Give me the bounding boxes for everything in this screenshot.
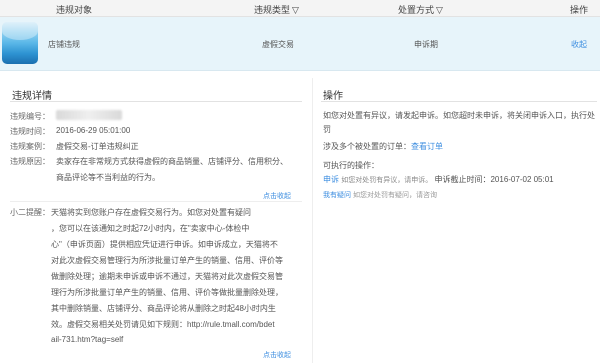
question-row: 我有疑问 如您对处罚有疑问，请咨询 — [323, 190, 437, 200]
violation-reason-line-1: 卖家存在非常规方式获得虚假的商品销量、店铺评分、信用积分、 — [56, 157, 288, 166]
collapse-tip-link[interactable]: 点击收起 — [263, 350, 291, 360]
violation-id-value — [56, 110, 122, 120]
col-method-header[interactable]: 处置方式 ▽ — [398, 3, 443, 16]
col-type-header[interactable]: 违规类型 ▽ — [254, 3, 299, 16]
ops-intro-line-2: 罚 — [323, 125, 331, 134]
tip-line: 做删除处理；逾期未申诉或申诉不通过，天猫将对此次虚假交易管 — [51, 272, 283, 281]
violation-case-label: 违规案例： — [10, 142, 50, 151]
appeal-deadline: 申诉截止时间：2016-07-02 05:01 — [434, 175, 554, 184]
question-desc: 如您对处罚有疑问，请咨询 — [352, 192, 437, 199]
col-type-label: 违规类型 — [254, 5, 291, 15]
ops-divider — [321, 101, 597, 102]
collapse-reason-link[interactable]: 点击收起 — [263, 191, 291, 201]
tip-line: 理行为所涉批量订单产生的销量、信用、评价等做批量删除处理， — [51, 288, 283, 297]
appeal-desc: 如您对处罚有异议，请申诉。 — [341, 177, 433, 184]
violation-reason-label: 违规原因： — [10, 157, 50, 166]
violation-id-label: 违规编号： — [10, 112, 50, 121]
details-divider — [10, 101, 302, 102]
appeal-row: 申诉 如您对处罚有异议，请申诉。 申诉截止时间：2016-07-02 05:01 — [323, 174, 554, 185]
exec-label: 可执行的操作： — [323, 161, 379, 170]
col-action-header: 操作 — [570, 5, 589, 15]
tip-line: 对此次虚假交易管理行为所涉批量订单产生的销量、信用、评价等 — [51, 256, 283, 265]
tip-line: 天猫将实到您账户存在虚假交易行为。如您对处置有疑问 — [51, 208, 251, 217]
tip-line: 效。虚假交易相关处罚请见如下规则：http://rule.tmall.com/b… — [51, 320, 275, 329]
details-title: 违规详情 — [12, 91, 52, 102]
col-method-label: 处置方式 — [398, 5, 435, 15]
row-object: 店铺违规 — [48, 40, 80, 49]
filter-icon[interactable]: ▽ — [436, 5, 443, 15]
ops-intro-line-1: 如您对处置有异议，请发起申诉。如您超时未申诉，将关闭申诉入口，执行处 — [323, 111, 595, 120]
panel-separator — [312, 78, 313, 363]
appeal-link[interactable]: 申诉 — [323, 175, 339, 184]
store-thumbnail-icon — [2, 22, 38, 64]
violation-reason-line-2: 商品评论等不当利益的行为。 — [56, 173, 160, 182]
reason-divider — [10, 201, 302, 202]
violation-time-value: 2016-06-29 05:01:00 — [56, 126, 131, 135]
row-method: 申诉期 — [414, 40, 438, 49]
tip-line: ail-731.htm?tag=self — [51, 335, 124, 344]
question-link[interactable]: 我有疑问 — [323, 192, 351, 199]
tip-line: 其中删除销量、店铺评分、商品评论将从删除之时起48小时内生 — [51, 304, 276, 313]
col-object-header: 违规对象 — [56, 5, 93, 15]
violation-case-value: 虚假交易-订单违规纠正 — [56, 142, 139, 151]
orders-row: 涉及多个被处置的订单：查看订单 — [323, 141, 443, 152]
row-type: 虚假交易 — [262, 40, 294, 49]
table-row[interactable] — [0, 17, 600, 71]
ops-title: 操作 — [323, 91, 343, 102]
tip-line: ，您可以在该通知之时起72小时内，在"卖家中心-体检中 — [51, 224, 250, 233]
table-header: 违规对象 违规类型 ▽ 处置方式 ▽ 操作 — [0, 0, 600, 17]
tip-label: 小二提醒： — [10, 208, 50, 217]
violation-time-label: 违规时间： — [10, 127, 50, 136]
filter-icon[interactable]: ▽ — [292, 5, 299, 15]
orders-text: 涉及多个被处置的订单： — [323, 142, 411, 151]
collapse-row-link[interactable]: 收起 — [571, 39, 587, 50]
tip-line: 心"（申诉页面）提供相应凭证进行申诉。如申诉成立，天猫将不 — [51, 240, 278, 249]
view-orders-link[interactable]: 查看订单 — [411, 142, 443, 151]
